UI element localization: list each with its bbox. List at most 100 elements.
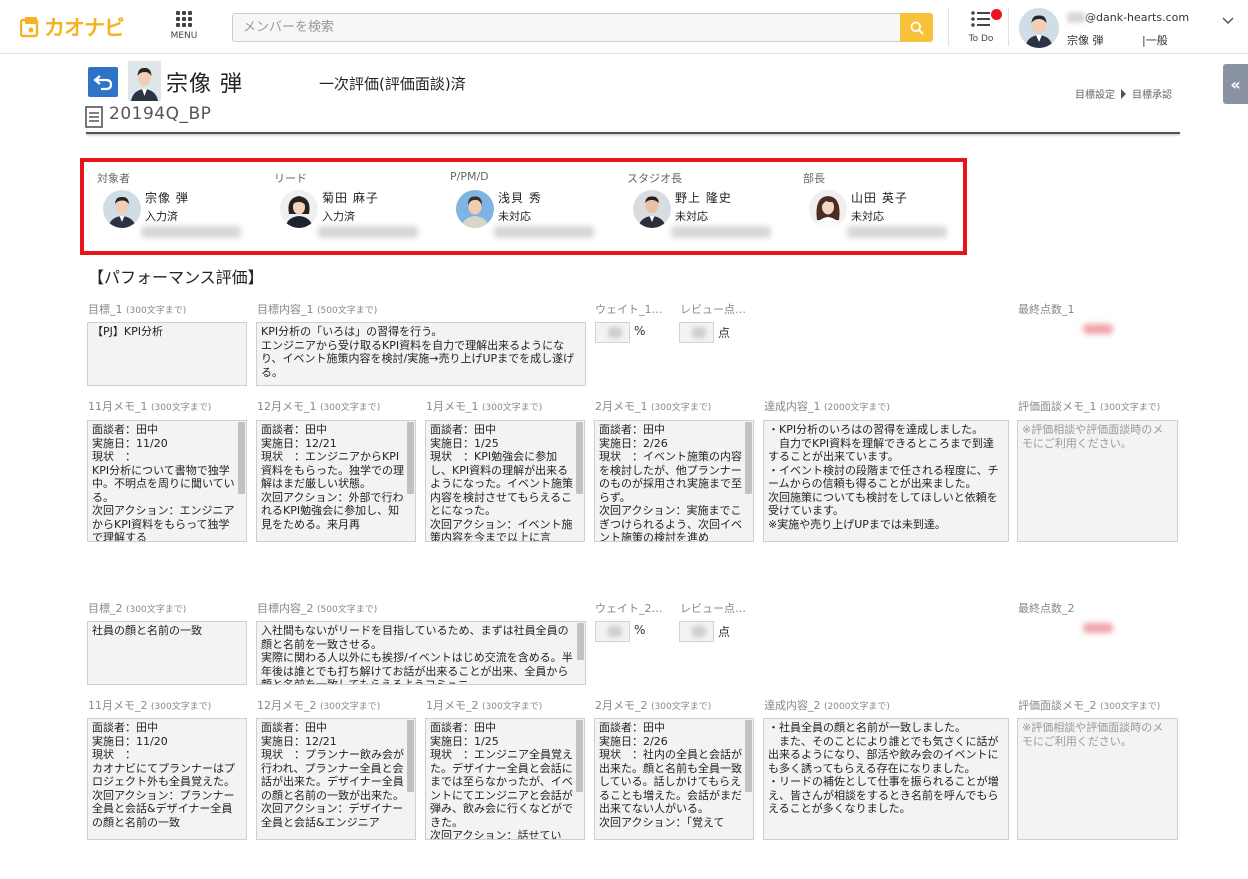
- evaluation-period: 20194Q_BP: [109, 104, 212, 124]
- goal-label: 目標_2 (300文字まで): [88, 600, 186, 616]
- masked-text: [494, 226, 594, 238]
- person-avatar-icon: [456, 190, 494, 228]
- field-label: 評価面談メモ_1: [1018, 400, 1097, 413]
- memo-text: 面談者：田中 実施日：12/21 現状 ：エンジニアからKPI資料をもらった。独…: [261, 423, 404, 531]
- review-score-input[interactable]: [679, 621, 714, 642]
- memo-jan-field[interactable]: 面談者：田中 実施日：1/25 現状 ：エンジニア全員覚えた。デザイナー全員と会…: [425, 718, 585, 840]
- interview-memo-label: 評価面談メモ_2 (300文字まで): [1018, 697, 1160, 713]
- person-avatar-icon: [633, 190, 671, 228]
- field-label: 1月メモ_1: [426, 400, 479, 413]
- approver-target: 対象者 宗像 弾 入力済: [97, 170, 267, 238]
- goal-content-field[interactable]: 入社間もないがリードを目指しているため、まずは社員全員の顔と名前を一致させる。 …: [256, 621, 586, 685]
- approver-status: 未対応: [498, 210, 531, 223]
- logo-icon: [20, 17, 39, 38]
- employee-name: 宗像 弾: [166, 72, 243, 97]
- approver-role: 部長: [803, 172, 825, 185]
- scrollbar[interactable]: [577, 623, 584, 661]
- user-avatar[interactable]: [1019, 8, 1059, 48]
- kaonavi-logo[interactable]: カオナビ: [20, 12, 125, 42]
- field-label: 達成内容_1: [764, 400, 821, 413]
- goal-field[interactable]: 社員の顔と名前の一致: [87, 621, 247, 685]
- achievement-field[interactable]: ・社員全員の顔と名前が一致しました。 また、そのことにより誰とでも気さくに話が出…: [763, 718, 1009, 840]
- approver-avatar: [103, 190, 141, 228]
- goal-content-field[interactable]: KPI分析の「いろは」の習得を行う。 エンジニアから受け取るKPI資料を自力で理…: [256, 322, 586, 386]
- approver-role: 対象者: [97, 172, 130, 185]
- approver-status: 入力済: [322, 210, 355, 223]
- person-avatar-icon: [128, 61, 161, 101]
- goal-content-label: 目標内容_2 (500文字まで): [257, 600, 377, 616]
- memo-label: 2月メモ_1 (300文字まで): [595, 398, 711, 414]
- memo-label: 12月メモ_1 (300文字まで): [257, 398, 380, 414]
- scrollbar[interactable]: [407, 422, 414, 494]
- weight-input[interactable]: [595, 621, 630, 642]
- interview-memo-field[interactable]: ※評価相談や評価面談時のメモにご利用ください。: [1017, 420, 1178, 542]
- memo-label: 11月メモ_2 (300文字まで): [88, 697, 211, 713]
- memo-label: 11月メモ_1 (300文字まで): [88, 398, 211, 414]
- side-panel-toggle[interactable]: «: [1223, 64, 1248, 104]
- memo-text: 面談者：田中 実施日：2/26 現状 ：社内の全員と会話が出来た。顔と名前も全員…: [599, 721, 742, 829]
- divider: [1008, 8, 1009, 46]
- field-label: 1月メモ_2: [426, 699, 479, 712]
- scrollbar[interactable]: [576, 422, 583, 494]
- memo-feb-field[interactable]: 面談者：田中 実施日：2/26 現状 ：社内の全員と会話が出来た。顔と名前も全員…: [594, 718, 754, 840]
- field-label: 12月メモ_2: [257, 699, 317, 712]
- scrollbar[interactable]: [238, 422, 245, 494]
- memo-label: 1月メモ_2 (300文字まで): [426, 697, 542, 713]
- memo-label: 1月メモ_1 (300文字まで): [426, 398, 542, 414]
- scrollbar[interactable]: [576, 720, 583, 792]
- scrollbar[interactable]: [407, 720, 414, 792]
- approver-status: 入力済: [145, 210, 178, 223]
- memo-label: 12月メモ_2 (300文字まで): [257, 697, 380, 713]
- approver-studio-head: スタジオ長 野上 隆史 未対応: [627, 170, 797, 238]
- points-unit: 点: [718, 625, 731, 639]
- field-label: 評価面談メモ_2: [1018, 699, 1097, 712]
- grid-icon: [166, 11, 202, 27]
- goal-label: 目標_1 (300文字まで): [88, 301, 186, 317]
- approver-manager: 部長 山田 英子 未対応: [803, 170, 973, 238]
- approver-name: 野上 隆史: [675, 191, 732, 205]
- field-label: 目標_1: [88, 303, 123, 316]
- masked-text: [847, 226, 947, 238]
- todo-button[interactable]: To Do: [962, 9, 1002, 44]
- logo-text: カオナビ: [44, 16, 125, 40]
- memo-nov-field[interactable]: 面談者：田中 実施日：11/20 現状 ： KPI分析について書物で独学中。不明…: [87, 420, 247, 542]
- approver-ppmd: P/PM/D 浅貝 秀 未対応: [450, 170, 620, 238]
- field-label: 達成内容_2: [764, 699, 821, 712]
- memo-dec-field[interactable]: 面談者：田中 実施日：12/21 現状 ：エンジニアからKPI資料をもらった。独…: [256, 420, 416, 542]
- breadcrumb-goal-setting[interactable]: 目標設定: [1075, 86, 1115, 101]
- memo-nov-field[interactable]: 面談者：田中 実施日：11/20 現状 ： カオナビにてプランナーはプロジェクト…: [87, 718, 247, 840]
- final-score-value: [1083, 623, 1113, 633]
- char-limit: (300文字まで): [482, 702, 543, 712]
- chevron-down-icon[interactable]: [1222, 17, 1234, 25]
- weight-input[interactable]: [595, 322, 630, 343]
- approver-name: 菊田 麻子: [322, 191, 379, 205]
- review-score-input[interactable]: [679, 322, 714, 343]
- field-label: 目標内容_1: [257, 303, 314, 316]
- user-email-domain: @dank-hearts.com: [1085, 11, 1190, 24]
- weight-label: ウェイト_2…: [595, 602, 663, 615]
- interview-memo-field[interactable]: ※評価相談や評価面談時のメモにご利用ください。: [1017, 718, 1178, 840]
- achievement-field[interactable]: ・KPI分析のいろはの習得を達成しました。 自力でKPI資料を理解できるところま…: [763, 420, 1009, 542]
- search-input[interactable]: [233, 14, 893, 41]
- char-limit: (300文字まで): [651, 702, 712, 712]
- memo-text: 面談者：田中 実施日：1/25 現状 ：エンジニア全員覚えた。デザイナー全員と会…: [430, 721, 573, 840]
- member-search: [232, 13, 933, 42]
- memo-feb-field[interactable]: 面談者：田中 実施日：2/26 現状 ：イベント施策の内容を検討したが、他プラン…: [594, 420, 754, 542]
- memo-dec-field[interactable]: 面談者：田中 実施日：12/21 現状 ：プランナー飲み会が行われ、プランナー全…: [256, 718, 416, 840]
- final-score-value: [1083, 324, 1113, 334]
- char-limit: (300文字まで): [151, 702, 212, 712]
- scrollbar[interactable]: [745, 422, 752, 494]
- goal-field[interactable]: 【PJ】KPI分析: [87, 322, 247, 386]
- back-button[interactable]: [88, 67, 118, 97]
- person-avatar-icon: [103, 190, 141, 228]
- memo-text: 面談者：田中 実施日：12/21 現状 ：プランナー飲み会が行われ、プランナー全…: [261, 721, 404, 829]
- breadcrumb-goal-approval[interactable]: 目標承認: [1132, 86, 1172, 101]
- menu-button[interactable]: MENU: [166, 11, 202, 41]
- document-icon: [85, 106, 103, 128]
- search-button[interactable]: [900, 13, 933, 42]
- scrollbar[interactable]: [745, 720, 752, 792]
- review-score-label: レビュー点…: [680, 602, 746, 615]
- field-label: 目標内容_2: [257, 602, 314, 615]
- approver-role: リード: [274, 172, 307, 185]
- memo-jan-field[interactable]: 面談者：田中 実施日：1/25 現状 ：KPI勉強会に参加し、KPI資料の理解が…: [425, 420, 585, 542]
